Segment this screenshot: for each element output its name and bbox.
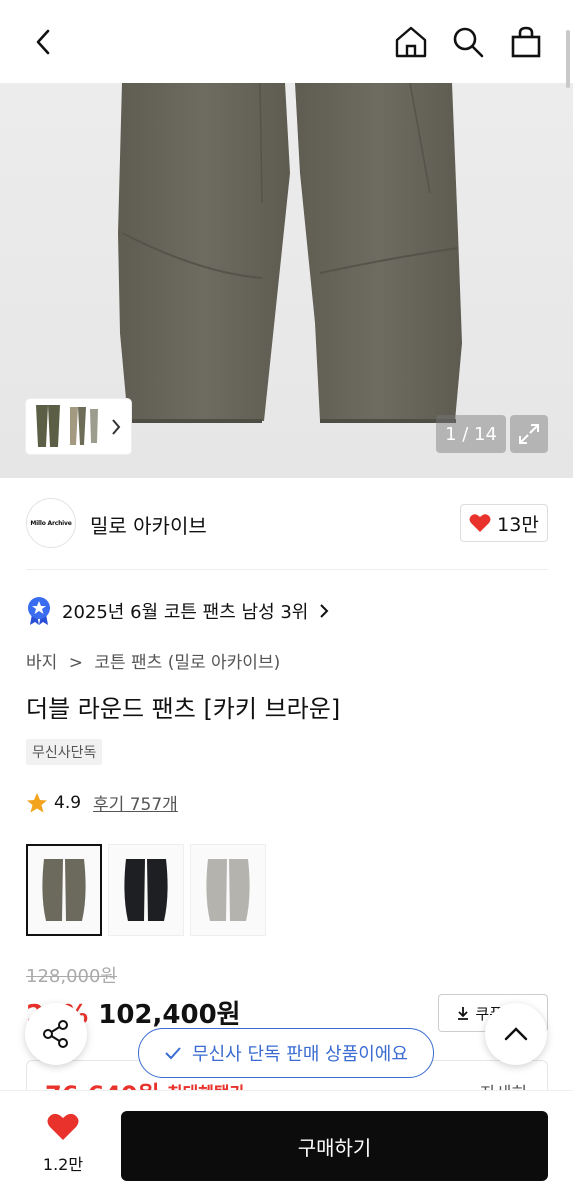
pants-thumbnail bbox=[42, 859, 86, 921]
bottom-purchase-bar: 1.2만 구매하기 bbox=[0, 1090, 573, 1200]
original-price: 128,000원 bbox=[26, 966, 117, 987]
color-option-black[interactable] bbox=[108, 844, 184, 936]
heart-icon bbox=[469, 514, 491, 532]
cart-button[interactable] bbox=[506, 22, 546, 62]
exclusive-tag: 무신사단독 bbox=[26, 739, 103, 765]
color-option-gray[interactable] bbox=[190, 844, 266, 936]
review-count-link[interactable]: 후기 757개 bbox=[93, 790, 178, 815]
rating-row[interactable]: 4.9 후기 757개 bbox=[26, 790, 178, 815]
chevron-right-icon bbox=[112, 419, 121, 435]
breadcrumb-category[interactable]: 바지 bbox=[26, 653, 57, 673]
ranking-text: 2025년 6월 코튼 팬츠 남성 3위 bbox=[62, 602, 309, 623]
search-button[interactable] bbox=[448, 22, 488, 62]
chevron-right-icon bbox=[320, 604, 329, 618]
product-title: 더블 라운드 팬츠 [카키 브라운] bbox=[26, 695, 341, 723]
product-gallery[interactable]: 1 / 14 bbox=[0, 0, 573, 478]
chevron-up-icon bbox=[504, 1027, 528, 1041]
home-button[interactable] bbox=[391, 22, 431, 62]
pants-thumbnail bbox=[206, 859, 250, 921]
ranking-link[interactable]: 2025년 6월 코튼 팬츠 남성 3위 bbox=[26, 594, 330, 628]
star-icon bbox=[27, 792, 47, 812]
check-icon bbox=[165, 1047, 181, 1060]
wishlist-count: 1.2만 bbox=[42, 1155, 84, 1174]
download-icon bbox=[458, 1007, 469, 1020]
share-icon bbox=[43, 1020, 68, 1048]
brand-logo[interactable]: Millo Archive bbox=[26, 498, 76, 548]
scroll-to-top-button[interactable] bbox=[485, 1003, 547, 1065]
image-counter: 1 / 14 bbox=[436, 415, 506, 453]
share-button[interactable] bbox=[25, 1003, 87, 1065]
divider bbox=[26, 569, 548, 570]
brand-row[interactable]: Millo Archive 밀로 아카이브 13만 bbox=[26, 498, 548, 550]
search-icon bbox=[453, 27, 484, 58]
breadcrumb-subcategory[interactable]: 코튼 팬츠 (밀로 아카이브) bbox=[94, 653, 280, 673]
top-navigation-bar bbox=[0, 0, 573, 88]
buy-button[interactable]: 구매하기 bbox=[121, 1111, 548, 1181]
sale-price: 102,400원 bbox=[98, 1000, 241, 1030]
wishlist-button[interactable]: 1.2만 bbox=[28, 1113, 98, 1175]
expand-icon bbox=[519, 424, 539, 444]
exclusive-toast: 무신사 단독 판매 상품이에요 bbox=[138, 1028, 434, 1078]
toast-text: 무신사 단독 판매 상품이에요 bbox=[192, 1044, 408, 1065]
color-thumbnail-strip[interactable] bbox=[26, 399, 131, 454]
rating-score: 4.9 bbox=[54, 792, 82, 813]
pants-thumbnail bbox=[124, 859, 168, 921]
scrollbar[interactable] bbox=[566, 30, 570, 88]
heart-icon bbox=[47, 1113, 79, 1140]
shopping-bag-icon bbox=[511, 26, 541, 58]
chevron-left-icon bbox=[36, 29, 50, 55]
color-options bbox=[26, 844, 266, 936]
back-button[interactable] bbox=[24, 22, 64, 62]
brand-like-button[interactable]: 13만 bbox=[460, 504, 548, 542]
color-option-khaki-brown[interactable] bbox=[26, 844, 102, 936]
breadcrumb: 바지 > 코튼 팬츠 (밀로 아카이브) bbox=[26, 648, 280, 673]
breadcrumb-separator-icon: > bbox=[68, 653, 83, 673]
brand-like-count: 13만 bbox=[497, 513, 539, 536]
home-icon bbox=[395, 26, 427, 58]
expand-image-button[interactable] bbox=[510, 415, 548, 453]
ranking-badge-icon bbox=[28, 597, 50, 625]
brand-name[interactable]: 밀로 아카이브 bbox=[90, 510, 207, 539]
